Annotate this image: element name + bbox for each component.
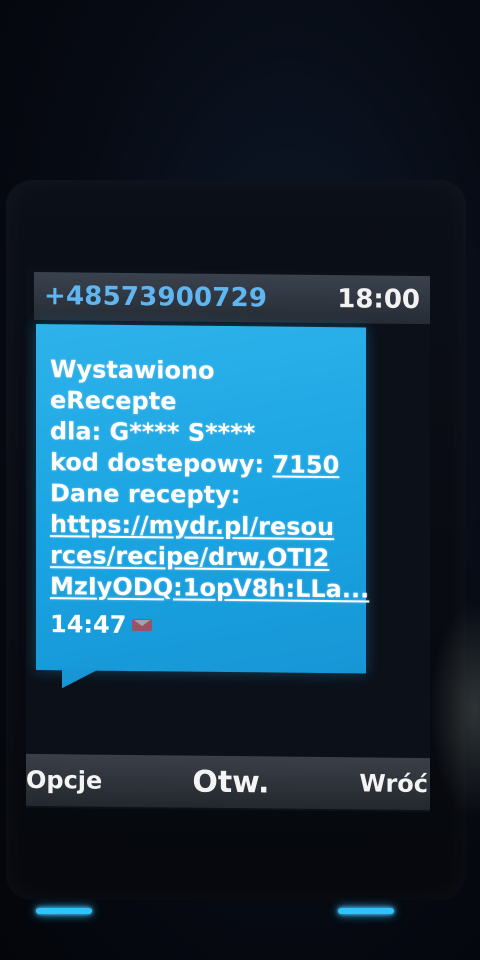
access-code-link[interactable]: 7150 <box>272 450 339 479</box>
open-softkey[interactable]: Otw. <box>192 764 269 800</box>
access-code-label: kod dostepowy: <box>50 448 273 479</box>
message-time-row: 14:47 <box>50 610 354 641</box>
options-softkey[interactable]: Opcje <box>26 766 102 795</box>
message-line: eRecepte <box>50 386 177 416</box>
back-softkey[interactable]: Wróć <box>359 769 428 798</box>
envelope-icon <box>132 618 153 632</box>
sender-number: +48573900729 <box>44 281 268 314</box>
bubble-tail <box>62 668 100 689</box>
prescription-link-line[interactable]: https://mydr.pl/resou <box>50 509 354 543</box>
prescription-link-line[interactable]: rces/recipe/drw,OTI2 <box>50 540 354 574</box>
message-header: +48573900729 18:00 <box>34 271 430 325</box>
left-key-light[interactable] <box>36 908 92 914</box>
right-key-light[interactable] <box>338 908 394 914</box>
message-line: Dane recepty: <box>50 479 241 510</box>
photo-background: +48573900729 18:00 Wystawiono eRecepte d… <box>0 0 480 960</box>
status-clock: 18:00 <box>337 284 420 316</box>
access-code-line: kod dostepowy: 7150 <box>50 447 354 481</box>
softkey-bar: Opcje Otw. Wróć <box>26 753 430 811</box>
message-line: Wystawiono <box>50 355 215 385</box>
message-line: dla: G**** S**** <box>50 417 256 448</box>
phone-screen: +48573900729 18:00 Wystawiono eRecepte d… <box>26 267 430 813</box>
prescription-link-line[interactable]: MzIyODQ:1opV8h:LLa... <box>50 571 369 605</box>
message-bubble[interactable]: Wystawiono eRecepte dla: G**** S**** kod… <box>36 323 369 674</box>
message-time: 14:47 <box>50 610 127 639</box>
